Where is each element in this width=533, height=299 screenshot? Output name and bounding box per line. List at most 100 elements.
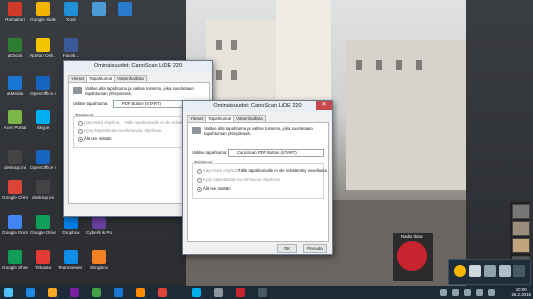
desktop-icon[interactable]: desktop.ini xyxy=(30,180,56,200)
desktop-icon[interactable]: Skype xyxy=(30,110,56,130)
notification-tray-popup xyxy=(448,259,531,285)
tray-icon[interactable] xyxy=(440,289,447,296)
desktop-icon[interactable] xyxy=(112,2,138,17)
ok-button[interactable]: OK xyxy=(277,244,297,253)
do-nothing-label: Älä tee mitään xyxy=(203,186,231,191)
tray-icon[interactable] xyxy=(476,289,483,296)
tab-general[interactable]: Yleiset xyxy=(68,75,88,82)
event-select[interactable]: CanoScan PDF Button (START) xyxy=(228,149,324,157)
desktop-icon[interactable]: atMedia xyxy=(2,76,28,96)
dialog-title[interactable]: Ominaisuudet: CanoScan LiDE 220 xyxy=(64,61,212,72)
event-label: Valitse tapahtuma: xyxy=(73,101,109,106)
app-icon[interactable] xyxy=(136,288,145,297)
radio-do-nothing[interactable] xyxy=(78,137,83,142)
desktop-icon[interactable]: OpenOffice 4.1.1 (2) xyxy=(30,150,56,170)
desktop-icon[interactable]: Google Docs xyxy=(2,215,28,235)
dialog-title[interactable]: Ominaisuudet: CanoScan LiDE 220 xyxy=(183,101,332,112)
app-icon[interactable] xyxy=(114,288,123,297)
chrome-icon[interactable] xyxy=(158,288,167,297)
desktop-icon[interactable]: Norton Onli... xyxy=(30,38,56,58)
app-icon xyxy=(118,2,132,16)
app-icon xyxy=(36,110,50,124)
desktop-icon-label: Google Drive xyxy=(30,230,56,235)
app-icon xyxy=(8,180,22,194)
tray-icon[interactable] xyxy=(488,289,495,296)
device-icon[interactable] xyxy=(499,265,511,277)
app-icon xyxy=(36,250,50,264)
display-icon[interactable] xyxy=(513,265,525,277)
scanner-icon xyxy=(192,127,201,134)
media-player-widget[interactable]: Radio Ibiza xyxy=(393,233,433,281)
skype-icon[interactable] xyxy=(192,288,201,297)
desktop-icon[interactable]: Kodi xyxy=(58,2,84,22)
radio-prompt[interactable] xyxy=(78,129,83,134)
desktop-icon[interactable]: OpenOffice 4.1.1 xyxy=(30,76,56,96)
clock[interactable]: 10:00 26.2.2015 xyxy=(511,287,531,297)
app-icon xyxy=(8,110,22,124)
tray-icon[interactable] xyxy=(464,289,471,296)
instruction-text: Valitse alla tapahtuma ja valitse toimin… xyxy=(85,86,194,96)
app-icon xyxy=(8,2,22,16)
desktop: Romakori Google Sides Kodi atOcos Norton Onl… xyxy=(0,0,533,286)
close-icon: ✕ xyxy=(321,102,327,108)
desktop-icon[interactable]: desktop.ini xyxy=(2,150,28,170)
desktop-icon[interactable]: Google Chrome xyxy=(2,180,28,200)
tab-general[interactable]: Yleiset xyxy=(187,115,207,122)
app-icon xyxy=(36,215,50,229)
prompt-label: Kysy käytettävää suoritettavaa ohjelmaa xyxy=(84,128,161,133)
app-icon[interactable] xyxy=(92,288,101,297)
tray-icon[interactable] xyxy=(452,289,459,296)
start-program-label: Käynnistä ohjelma: xyxy=(203,168,240,173)
desktop-icon[interactable]: Google Sheets xyxy=(2,250,28,270)
desktop-icon-label: Stingbox xyxy=(90,265,108,270)
radio-do-nothing[interactable] xyxy=(197,187,202,192)
app-icon xyxy=(92,2,106,16)
desktop-icon-label: Teamviewer 10 xyxy=(58,265,84,270)
thumbnail[interactable] xyxy=(512,238,530,253)
desktop-icon[interactable]: Acer Portal xyxy=(2,110,28,130)
network-icon[interactable] xyxy=(469,265,481,277)
radio-prompt[interactable] xyxy=(197,178,202,183)
ie-icon[interactable] xyxy=(26,288,35,297)
desktop-icon[interactable]: Google Drive xyxy=(30,215,56,235)
desktop-icon-label: Romakori xyxy=(5,17,25,22)
taskbar: 10:00 26.2.2015 xyxy=(0,286,533,299)
desktop-icon[interactable]: Teamviewer 10 xyxy=(58,250,84,270)
update-icon[interactable] xyxy=(454,265,466,277)
desktop-icon-label: OpenOffice 4.1.1 (2) xyxy=(30,165,56,170)
radio-start-program[interactable] xyxy=(197,169,202,174)
explorer-icon[interactable] xyxy=(48,288,57,297)
thumbnail[interactable] xyxy=(512,204,530,219)
start-program-label: Käynnistä ohjelma: xyxy=(84,120,121,125)
desktop-icon[interactable]: Faceb... xyxy=(58,38,84,58)
desktop-icon-label: Google Sheets xyxy=(2,265,28,270)
app-icon xyxy=(92,215,106,229)
desktop-icon[interactable]: Stingbox xyxy=(86,250,112,270)
desktop-icon[interactable]: Romakori xyxy=(2,2,28,22)
cancel-button[interactable]: Peruuta xyxy=(303,244,327,253)
app-icon[interactable] xyxy=(258,288,267,297)
desktop-icon[interactable]: Google Sides xyxy=(30,2,56,22)
desktop-icon[interactable] xyxy=(86,2,112,17)
radio-start-program[interactable] xyxy=(78,121,83,126)
desktop-icon[interactable]: Tirkasta xyxy=(30,250,56,270)
start-button[interactable] xyxy=(4,288,13,297)
desktop-icon[interactable]: atOcos xyxy=(2,38,28,58)
desktop-icon-label: desktop.ini xyxy=(32,195,54,200)
tab-color-management[interactable]: Värienhallinta xyxy=(233,115,266,122)
app-icon xyxy=(8,76,22,90)
instruction-text: Valitse alla tapahtuma ja valitse toimin… xyxy=(204,126,313,136)
close-button[interactable]: ✕ xyxy=(316,101,332,110)
tab-color-management[interactable]: Värienhallinta xyxy=(114,75,147,82)
desktop-icon-label: atMedia xyxy=(6,91,24,96)
device-icon[interactable] xyxy=(484,265,496,277)
app-icon xyxy=(8,38,22,52)
app-icon[interactable] xyxy=(236,288,245,297)
app-icon[interactable] xyxy=(70,288,79,297)
desktop-icon[interactable]: Dropbox xyxy=(58,215,84,235)
thumbnail[interactable] xyxy=(512,221,530,236)
desktop-icon[interactable]: Cyberlink PowerEditor xyxy=(86,215,112,235)
desktop-icon-label: atOcos xyxy=(7,53,23,58)
clock-date: 26.2.2015 xyxy=(511,292,531,297)
scanner-icon[interactable] xyxy=(214,288,223,297)
